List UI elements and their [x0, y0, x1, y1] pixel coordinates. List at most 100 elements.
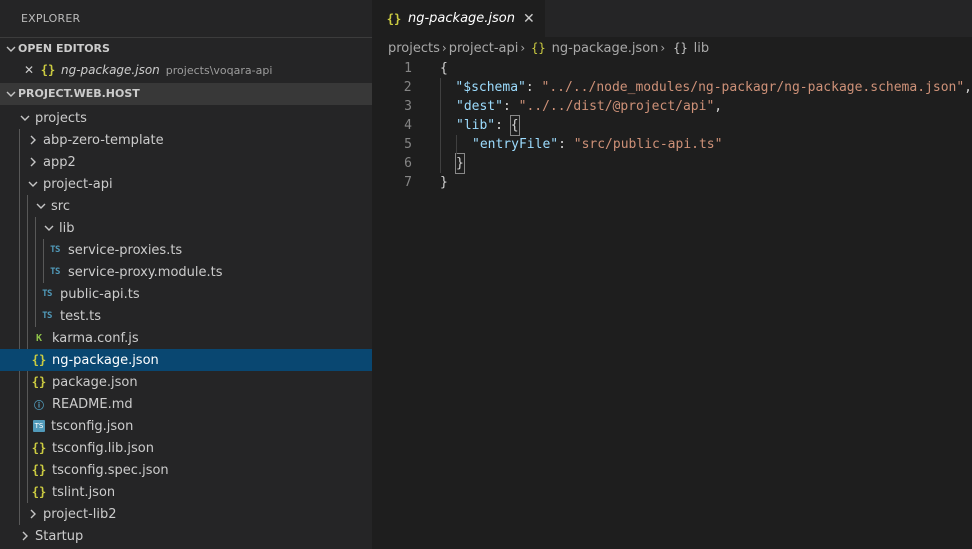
indent-guide — [35, 305, 36, 327]
chevron-right-icon: › — [441, 41, 447, 55]
tree-item-label: service-proxies.ts — [68, 242, 183, 258]
json-file-icon: {} — [31, 485, 47, 499]
indent-guide — [19, 481, 20, 503]
json-file-icon: {} — [31, 353, 47, 367]
tree-file-service-proxy-module[interactable]: TS service-proxy.module.ts — [0, 261, 372, 283]
tree-folder-src[interactable]: src — [0, 195, 372, 217]
indent-guide — [19, 393, 20, 415]
tree-folder-projects[interactable]: projects — [0, 107, 372, 129]
tree-file-public-api[interactable]: TS public-api.ts — [0, 283, 372, 305]
indent-guide — [35, 261, 36, 283]
tree-file-package-json[interactable]: {} package.json — [0, 371, 372, 393]
tree-file-service-proxies[interactable]: TS service-proxies.ts — [0, 239, 372, 261]
close-icon[interactable]: ✕ — [523, 11, 535, 27]
code-line: 4 "lib" : { — [372, 115, 972, 136]
tree-folder-abp-zero-template[interactable]: abp-zero-template — [0, 129, 372, 151]
tab-ng-package-json[interactable]: {} ng-package.json ✕ — [372, 0, 545, 37]
tab-label: ng-package.json — [408, 11, 516, 26]
indent-guide — [19, 283, 20, 305]
code-token: { — [440, 61, 448, 76]
tree-file-tslint[interactable]: {} tslint.json — [0, 481, 372, 503]
code-token: : — [558, 137, 574, 152]
tree-file-readme[interactable]: ⓘ README.md — [0, 393, 372, 415]
indent-guide — [19, 195, 20, 217]
indent-guide — [27, 371, 28, 393]
breadcrumb-lib[interactable]: lib — [694, 41, 709, 56]
open-editors-label: OPEN EDITORS — [18, 41, 110, 55]
code-line: 7 } — [372, 173, 972, 192]
chevron-right-icon: › — [660, 41, 666, 55]
tree-folder-project-lib2[interactable]: project-lib2 — [0, 503, 372, 525]
open-editors-header[interactable]: OPEN EDITORS — [0, 37, 372, 59]
indent-guide — [19, 261, 20, 283]
line-number: 3 — [404, 99, 412, 114]
code-editor[interactable]: 1 { 2 "$schema" : "../../node_modules/ng… — [372, 59, 972, 192]
chevron-right-icon — [26, 151, 40, 173]
indent-guide — [27, 459, 28, 481]
json-file-icon: {} — [31, 463, 47, 477]
tree-folder-lib[interactable]: lib — [0, 217, 372, 239]
tree-folder-startup[interactable]: Startup — [0, 525, 372, 547]
typescript-file-icon: TS — [42, 289, 52, 299]
open-editor-name: ng-package.json — [61, 63, 160, 77]
json-string: "src/public-api.ts" — [573, 137, 723, 152]
tree-file-ng-package[interactable]: {} ng-package.json — [0, 349, 372, 371]
editor-area: {} ng-package.json ✕ projects › project-… — [372, 0, 972, 549]
code-line: 2 "$schema" : "../../node_modules/ng-pac… — [372, 78, 972, 97]
tree-file-tsconfig[interactable]: TS tsconfig.json — [0, 415, 372, 437]
json-file-icon: {} — [31, 375, 47, 389]
json-file-icon: {} — [386, 11, 402, 26]
code-token: , — [714, 99, 723, 114]
indent-guide — [19, 327, 20, 349]
project-section-label: PROJECT.WEB.HOST — [18, 87, 140, 100]
tree-item-label: public-api.ts — [60, 286, 140, 302]
indent-guide — [19, 415, 20, 437]
indent-guide — [27, 261, 28, 283]
indent-guide — [19, 503, 20, 525]
tree-item-label: tslint.json — [52, 484, 116, 500]
tree-item-label: abp-zero-template — [43, 132, 164, 148]
breadcrumb-project-api[interactable]: project-api — [449, 41, 519, 56]
indent-guide — [27, 481, 28, 503]
indent-guide — [27, 437, 28, 459]
line-number: 4 — [404, 118, 412, 133]
indent-guide — [43, 261, 44, 283]
json-file-icon: {} — [31, 441, 47, 455]
json-key: "dest" — [456, 99, 503, 114]
file-tree: projects abp-zero-template app2 project-… — [0, 105, 372, 547]
indent-guide — [27, 217, 28, 239]
code-token: : — [525, 80, 542, 95]
code-token: , — [964, 80, 972, 95]
code-line: 5 "entryFile" : "src/public-api.ts" — [372, 135, 972, 154]
code-line: 3 "dest" : "../../dist/@project/api" , — [372, 97, 972, 116]
tree-file-karma-conf[interactable]: K karma.conf.js — [0, 327, 372, 349]
indent-guide — [43, 239, 44, 261]
tree-folder-app2[interactable]: app2 — [0, 151, 372, 173]
indent-guide — [19, 217, 20, 239]
breadcrumb: projects › project-api › {} ng-package.j… — [372, 37, 972, 59]
matched-bracket: { — [509, 115, 520, 136]
tree-folder-project-api[interactable]: project-api — [0, 173, 372, 195]
tree-file-tsconfig-lib[interactable]: {} tsconfig.lib.json — [0, 437, 372, 459]
line-number: 1 — [404, 61, 412, 76]
breadcrumb-ng-package[interactable]: ng-package.json — [552, 41, 659, 56]
tree-file-tsconfig-spec[interactable]: {} tsconfig.spec.json — [0, 459, 372, 481]
indent-guide — [27, 283, 28, 305]
close-icon[interactable]: ✕ — [24, 63, 38, 77]
line-number: 7 — [404, 175, 412, 190]
line-number: 6 — [404, 156, 412, 171]
code-token: : — [495, 118, 511, 133]
chevron-down-icon — [26, 173, 40, 195]
open-editor-item[interactable]: ✕ {} ng-package.json projects\voqara-api — [0, 59, 372, 81]
tab-bar: {} ng-package.json ✕ — [372, 0, 972, 37]
indent-guide — [35, 217, 36, 239]
tree-file-test[interactable]: TS test.ts — [0, 305, 372, 327]
json-key: "entryFile" — [472, 137, 559, 152]
tsconfig-file-icon: TS — [33, 420, 45, 432]
indent-guide — [27, 305, 28, 327]
tree-item-label: projects — [35, 110, 87, 126]
breadcrumb-projects[interactable]: projects — [388, 41, 440, 56]
project-section-header[interactable]: PROJECT.WEB.HOST — [0, 83, 372, 105]
code-token: : — [502, 99, 519, 114]
open-editor-path: projects\voqara-api — [165, 63, 273, 77]
